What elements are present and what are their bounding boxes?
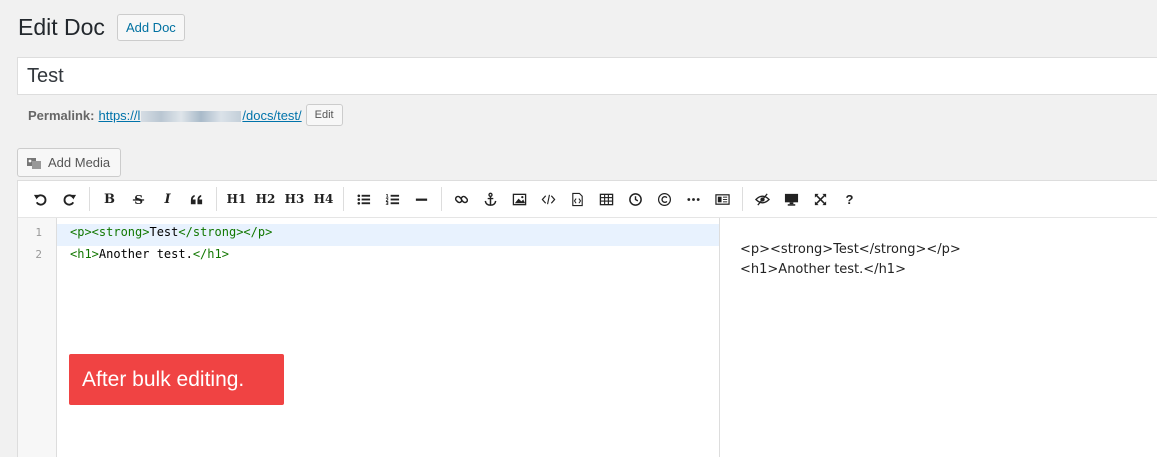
code-text: Test — [149, 225, 179, 239]
anchor-icon[interactable] — [476, 186, 505, 212]
toolbar-divider — [742, 187, 743, 211]
desktop-preview-icon[interactable] — [777, 186, 806, 212]
toolbar-divider — [216, 187, 217, 211]
permalink-url-prefix: https://l — [98, 107, 141, 123]
code-lines[interactable]: <p><strong>Test</strong></p> <h1>Another… — [57, 218, 719, 457]
editor-panes: 1 2 <p><strong>Test</strong></p> <h1>Ano… — [18, 218, 1157, 457]
page-header: Edit Doc Add Doc — [18, 14, 185, 41]
more-icon[interactable] — [679, 186, 708, 212]
code-tag: <h1> — [70, 247, 99, 261]
media-icon — [27, 157, 41, 169]
horizontal-rule-icon[interactable] — [407, 186, 436, 212]
line-number-gutter: 1 2 — [18, 218, 57, 457]
preview-line: <p><strong>Test</strong></p> — [740, 242, 961, 257]
heading-3-button[interactable]: H3 — [280, 186, 309, 212]
ordered-list-icon[interactable]: 123 — [378, 186, 407, 212]
blurred-domain — [141, 110, 242, 122]
annotation-badge: After bulk editing. — [69, 354, 284, 405]
copyright-icon[interactable] — [650, 186, 679, 212]
link-icon[interactable] — [447, 186, 476, 212]
permalink-row: Permalink: https://l/docs/test/ Edit — [28, 104, 343, 126]
add-doc-button[interactable]: Add Doc — [116, 14, 185, 41]
toolbar-divider — [343, 187, 344, 211]
code-tag: </strong></p> — [178, 225, 273, 239]
help-button[interactable]: ? — [835, 186, 864, 212]
permalink-edit-button[interactable]: Edit — [305, 104, 343, 126]
permalink-url-suffix: /docs/test/ — [242, 107, 302, 123]
code-icon[interactable] — [534, 186, 563, 212]
quote-icon[interactable] — [182, 186, 211, 212]
code-block-icon[interactable] — [563, 186, 592, 212]
preview-pane: <p><strong>Test</strong></p> <h1>Another… — [720, 218, 1157, 457]
editor-toolbar: B S I H1 H2 H3 H4 123 ? — [18, 181, 1157, 218]
post-title-input[interactable]: Test — [17, 57, 1157, 95]
add-media-button[interactable]: Add Media — [17, 148, 122, 177]
fullscreen-icon[interactable] — [806, 186, 835, 212]
heading-1-button[interactable]: H1 — [222, 186, 251, 212]
heading-4-button[interactable]: H4 — [309, 186, 338, 212]
toc-icon[interactable] — [708, 186, 737, 212]
code-tag: </h1> — [192, 247, 229, 261]
toolbar-divider — [89, 187, 90, 211]
code-text: Another test. — [98, 247, 193, 261]
code-tag: <p><strong> — [70, 225, 150, 239]
strikethrough-icon[interactable]: S — [124, 186, 153, 212]
toggle-preview-icon[interactable] — [748, 186, 777, 212]
toolbar-divider — [441, 187, 442, 211]
line-number: 2 — [35, 248, 42, 261]
markdown-editor: B S I H1 H2 H3 H4 123 ? 1 2 <p><strong>T… — [17, 180, 1157, 457]
code-pane[interactable]: 1 2 <p><strong>Test</strong></p> <h1>Ano… — [18, 218, 720, 457]
preview-line: <h1>Another test.</h1> — [740, 262, 906, 277]
table-icon[interactable] — [592, 186, 621, 212]
redo-icon[interactable] — [55, 186, 84, 212]
permalink-label: Permalink: — [28, 107, 95, 123]
line-number: 1 — [35, 226, 42, 239]
undo-icon[interactable] — [26, 186, 55, 212]
svg-text:3: 3 — [385, 201, 388, 207]
image-icon[interactable] — [505, 186, 534, 212]
italic-button[interactable]: I — [153, 186, 182, 212]
unordered-list-icon[interactable] — [349, 186, 378, 212]
bold-button[interactable]: B — [95, 186, 124, 212]
add-media-label: Add Media — [48, 155, 111, 170]
permalink-link[interactable]: https://l/docs/test/ — [98, 108, 301, 123]
heading-2-button[interactable]: H2 — [251, 186, 280, 212]
code-line[interactable]: <h1>Another test.</h1> — [57, 246, 719, 268]
clock-icon[interactable] — [621, 186, 650, 212]
page-title: Edit Doc — [18, 14, 105, 40]
code-line[interactable]: <p><strong>Test</strong></p> — [57, 224, 719, 246]
